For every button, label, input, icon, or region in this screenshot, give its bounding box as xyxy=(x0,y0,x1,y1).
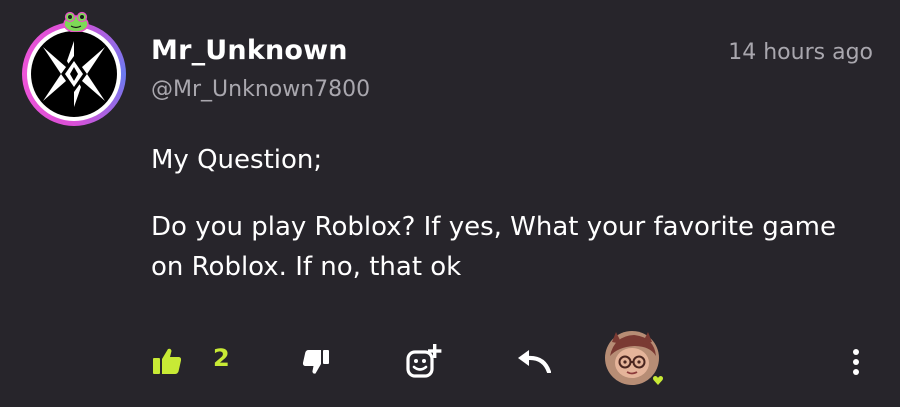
reply-button[interactable] xyxy=(516,348,552,374)
thumbs-down-icon xyxy=(302,350,329,374)
author-avatar[interactable] xyxy=(22,10,130,126)
add-reaction-icon xyxy=(406,344,442,378)
like-button[interactable] xyxy=(150,346,184,376)
user-avatar-icon xyxy=(605,331,665,387)
post-body-text: Do you play Roblox? If yes, What your fa… xyxy=(151,212,836,282)
author-display-name[interactable]: Mr_Unknown xyxy=(151,35,348,66)
action-bar: 2 xyxy=(0,330,900,390)
add-reaction-button[interactable] xyxy=(404,342,444,380)
thumbs-up-icon xyxy=(153,348,182,374)
post-timestamp: 14 hours ago xyxy=(728,40,873,65)
more-options-button[interactable] xyxy=(846,346,866,378)
comment-post: Mr_Unknown @Mr_Unknown7800 14 hours ago … xyxy=(0,0,900,407)
author-handle[interactable]: @Mr_Unknown7800 xyxy=(151,77,370,102)
avatar-ring xyxy=(22,22,126,126)
post-heading: My Question; xyxy=(151,145,323,175)
more-vertical-icon xyxy=(853,349,859,375)
diamond-star-emblem-icon xyxy=(31,31,117,117)
frog-badge-icon xyxy=(63,11,89,32)
like-count: 2 xyxy=(213,344,230,372)
replier-avatar[interactable] xyxy=(600,330,665,390)
reply-arrow-icon xyxy=(518,350,551,373)
dislike-button[interactable] xyxy=(300,348,332,376)
